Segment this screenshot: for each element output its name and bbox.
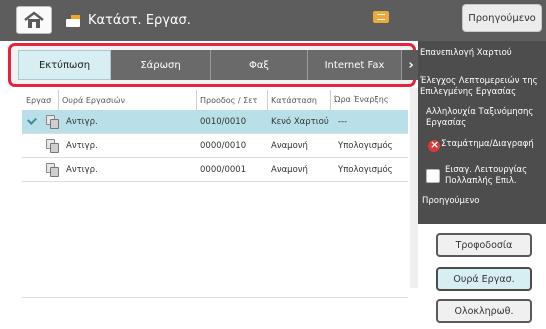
tabs-highlight-frame: Εκτύπωση Σάρωση Φαξ Internet Fax › bbox=[8, 43, 420, 87]
job-name: Αντιγρ. bbox=[66, 165, 98, 175]
table-header: Εργασ Ουρά Εργασιών Προοδος / Σετ Κατάστ… bbox=[22, 90, 408, 110]
tab-internet-fax[interactable]: Internet Fax bbox=[308, 50, 402, 80]
tab-fax[interactable]: Φαξ bbox=[211, 50, 308, 80]
job-start-time: Υπολογισμός bbox=[338, 141, 393, 151]
multi-select-mode-item[interactable]: Εισαγ. Λειτουργίας Πολλαπλής Επιλ. bbox=[445, 165, 541, 187]
side-back-item[interactable]: Προηγούμενο bbox=[422, 196, 544, 207]
back-button[interactable]: Προηγούμενο bbox=[462, 4, 542, 32]
table-row[interactable]: Αντιγρ. 0010/0010 Κενό Χαρτιού --- bbox=[22, 110, 408, 134]
job-status: Κενό Χαρτιού bbox=[271, 117, 329, 127]
scrollbar[interactable] bbox=[410, 88, 418, 288]
message-icon[interactable] bbox=[373, 11, 389, 23]
home-button[interactable] bbox=[16, 6, 52, 34]
job-start-time: --- bbox=[338, 117, 348, 127]
reselect-paper-item[interactable]: Επανεπιλογή Χαρτιού bbox=[420, 48, 542, 59]
job-name: Αντιγρ. bbox=[66, 141, 98, 151]
multi-select-checkbox[interactable] bbox=[426, 169, 440, 183]
job-progress: 0010/0010 bbox=[200, 117, 247, 127]
job-start-time: Υπολογισμός bbox=[338, 165, 393, 175]
action-panel: Επανεπιλογή Χαρτιού Έλεγχος Λεπτομερειών… bbox=[418, 41, 546, 224]
paper-tray-button[interactable]: Τροφοδοσία bbox=[436, 233, 532, 257]
job-status: Αναμονή bbox=[271, 165, 308, 175]
job-name: Αντιγρ. bbox=[66, 117, 98, 127]
copy-job-icon bbox=[46, 139, 59, 153]
column-header-start-time: Ώρα Έναρξης bbox=[330, 90, 389, 110]
home-icon bbox=[24, 11, 44, 28]
check-icon bbox=[27, 115, 37, 125]
table-row[interactable]: Αντιγρ. 0000/0001 Αναμονή Υπολογισμός bbox=[22, 158, 408, 182]
job-type-tabs: Εκτύπωση Σάρωση Φαξ Internet Fax › bbox=[18, 50, 420, 80]
page-title: Κατάστ. Εργασ. bbox=[88, 13, 191, 28]
tab-print[interactable]: Εκτύπωση bbox=[18, 50, 111, 80]
completed-jobs-button[interactable]: Ολοκληρωθ. bbox=[436, 299, 532, 323]
top-bar: Κατάστ. Εργασ. Προηγούμενο bbox=[0, 0, 546, 41]
job-sort-order-item[interactable]: Αλληλουχία Ταξινόμησης Εργασίας bbox=[426, 107, 542, 129]
copy-job-icon bbox=[46, 115, 59, 129]
job-status: Αναμονή bbox=[271, 141, 308, 151]
printer-icon bbox=[66, 14, 80, 27]
copy-job-icon bbox=[46, 163, 59, 177]
job-progress: 0000/0010 bbox=[200, 141, 247, 151]
column-header-progress: Προοδος / Σετ bbox=[196, 90, 257, 110]
column-header-status: Κατάσταση bbox=[267, 90, 317, 110]
table-empty-area bbox=[22, 190, 408, 298]
check-job-details-item[interactable]: Έλεγχος Λεπτομερειών της Επιλεγμένης Εργ… bbox=[420, 76, 542, 98]
column-header-queue: Ουρά Εργασιών bbox=[58, 90, 125, 110]
column-header-job: Εργασ bbox=[26, 95, 52, 105]
stop-delete-item[interactable]: Σταμάτημα/Διαγραφή bbox=[441, 139, 541, 150]
tab-scan[interactable]: Σάρωση bbox=[111, 50, 211, 80]
job-queue-button[interactable]: Ουρά Εργασ. bbox=[436, 267, 532, 291]
job-progress: 0000/0001 bbox=[200, 165, 247, 175]
table-row[interactable]: Αντιγρ. 0000/0010 Αναμονή Υπολογισμός bbox=[22, 134, 408, 158]
stop-icon bbox=[428, 138, 440, 152]
window-title: Κατάστ. Εργασ. bbox=[66, 0, 191, 41]
